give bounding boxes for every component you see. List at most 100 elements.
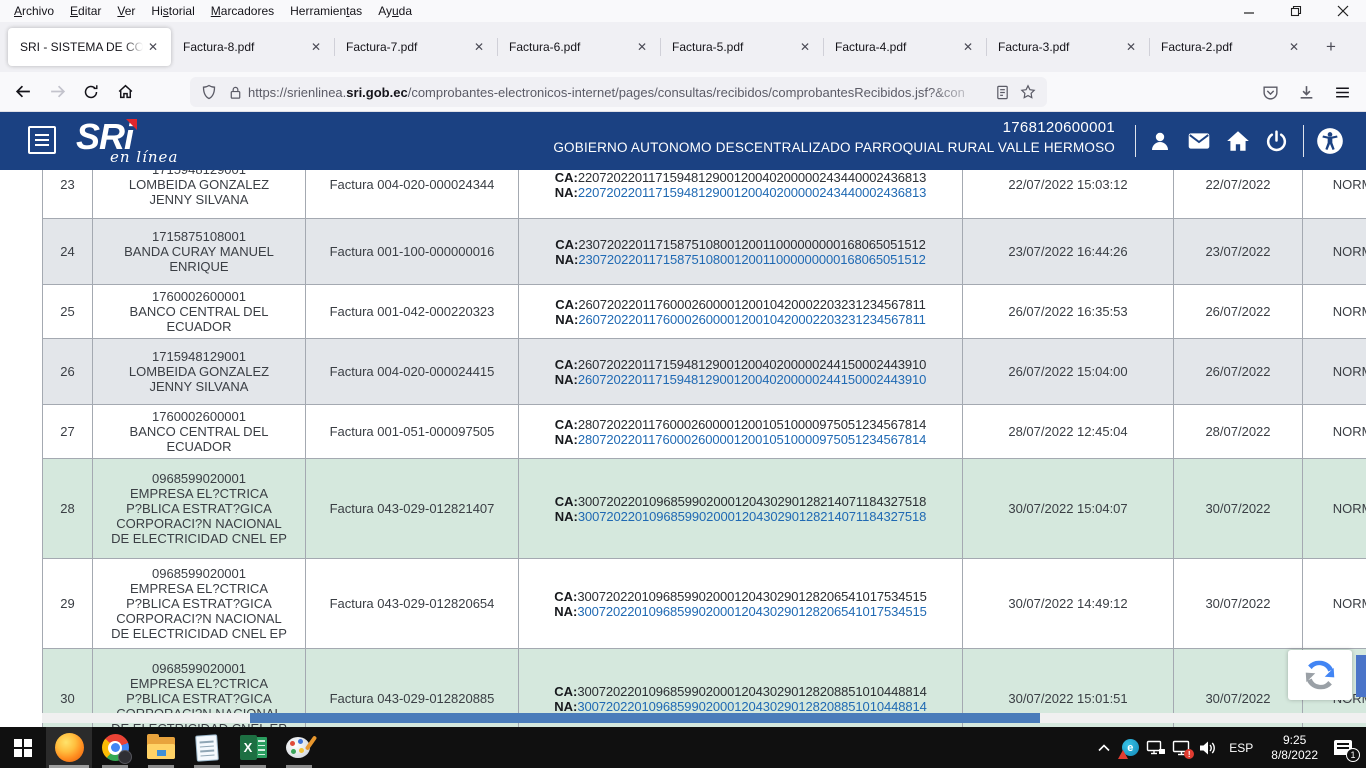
na-link[interactable]: 2607202201176000260000120010420002203231… (578, 312, 925, 327)
speaker-icon[interactable] (1195, 727, 1221, 768)
display-alert-icon[interactable]: ! (1169, 727, 1195, 768)
menu-herramientas[interactable]: Herramientas (282, 2, 370, 20)
menu-archivo[interactable]: Archivo (6, 2, 62, 20)
tab-close-icon[interactable]: ✕ (1284, 37, 1304, 57)
tab-6[interactable]: Factura-4.pdf✕ (823, 28, 986, 66)
tab-close-icon[interactable]: ✕ (795, 37, 815, 57)
tab-4[interactable]: Factura-6.pdf✕ (497, 28, 660, 66)
tab-5[interactable]: Factura-5.pdf✕ (660, 28, 823, 66)
tab-close-icon[interactable]: ✕ (1121, 37, 1141, 57)
na-link[interactable]: 3007202201096859902000120430290128206541… (577, 604, 926, 619)
sidebar-hamburger-icon[interactable] (28, 126, 56, 154)
taskbar-excel-button[interactable]: X (230, 727, 276, 768)
chevron-up-icon[interactable] (1091, 727, 1117, 768)
lock-icon[interactable] (222, 79, 248, 105)
session-info: 1768120600001 GOBIERNO AUTONOMO DESCENTR… (553, 119, 1115, 155)
ca-value: 2207202201171594812900120040200000243440… (578, 170, 926, 185)
navigation-toolbar: https://srienlinea.sri.gob.ec/comprobant… (0, 72, 1366, 112)
issue-date-cell: 22/07/2022 (1174, 170, 1303, 219)
tab-7[interactable]: Factura-3.pdf✕ (986, 28, 1149, 66)
na-label: NA: (555, 509, 578, 524)
mail-icon[interactable] (1185, 128, 1213, 154)
tab-2[interactable]: Factura-8.pdf✕ (171, 28, 334, 66)
taskbar-paint-button[interactable] (276, 727, 322, 768)
tab-title: Factura-4.pdf (835, 40, 958, 54)
power-icon[interactable] (1262, 128, 1290, 154)
bookmark-star-icon[interactable] (1015, 79, 1041, 105)
url-bar[interactable]: https://srienlinea.sri.gob.ec/comprobant… (190, 77, 1047, 107)
ca-value: 2307202201171587510800120011000000000168… (578, 237, 925, 252)
na-link[interactable]: 2307202201171587510800120011000000000168… (578, 252, 925, 267)
language-indicator[interactable]: ESP (1221, 741, 1261, 755)
tab-close-icon[interactable]: ✕ (469, 37, 489, 57)
download-icon[interactable] (1288, 77, 1324, 107)
issuer-name-line: EMPRESA EL?CTRICA (99, 676, 299, 691)
recaptcha-badge[interactable] (1288, 650, 1352, 700)
issue-date-cell: 23/07/2022 (1174, 219, 1303, 285)
session-ruc: 1768120600001 (553, 119, 1115, 136)
tab-close-icon[interactable]: ✕ (632, 37, 652, 57)
back-button[interactable] (6, 77, 40, 107)
tab-8[interactable]: Factura-2.pdf✕ (1149, 28, 1312, 66)
horizontal-scrollbar[interactable] (42, 713, 1366, 723)
taskbar-file-explorer-button[interactable] (138, 727, 184, 768)
tab-3[interactable]: Factura-7.pdf✕ (334, 28, 497, 66)
forward-button[interactable] (40, 77, 74, 107)
na-link[interactable]: 3007202201096859902000120430290128208851… (577, 699, 926, 714)
screen: ArchivoEditarVerHistorialMarcadoresHerra… (0, 0, 1366, 768)
reload-button[interactable] (74, 77, 108, 107)
tab-close-icon[interactable]: ✕ (143, 37, 163, 57)
tab-1[interactable]: SRI - SISTEMA DE COMPR✕ (8, 28, 171, 66)
na-link[interactable]: 2807202201176000260000120010510000975051… (578, 432, 926, 447)
na-link[interactable]: 2207202201171594812900120040200000243440… (578, 185, 926, 200)
new-tab-button[interactable]: + (1316, 32, 1346, 62)
issue-date-cell: 30/07/2022 (1174, 459, 1303, 559)
menu-marcadores[interactable]: Marcadores (203, 2, 282, 20)
taskbar-firefox-button[interactable] (46, 727, 92, 768)
issuer-name-line: DE ELECTRICIDAD CNEL EP (99, 626, 299, 641)
issuer-name-line: EMPRESA EL?CTRICA (99, 486, 299, 501)
home-button[interactable] (108, 77, 142, 107)
reader-mode-icon[interactable] (989, 79, 1015, 105)
tab-title: Factura-6.pdf (509, 40, 632, 54)
authorization-datetime-cell: 30/07/2022 15:04:07 (963, 459, 1174, 559)
minimize-button[interactable] (1225, 0, 1272, 22)
menu-editar[interactable]: Editar (62, 2, 109, 20)
close-button[interactable] (1319, 0, 1366, 22)
url-text: https://srienlinea.sri.gob.ec/comprobant… (248, 85, 989, 100)
house-icon[interactable] (1224, 128, 1252, 154)
invoice-row-28: 280968599020001EMPRESA EL?CTRICAP?BLICA … (43, 459, 1366, 559)
clock[interactable]: 9:25 8/8/2022 (1261, 733, 1328, 763)
tab-title: Factura-2.pdf (1161, 40, 1284, 54)
tab-title: Factura-7.pdf (346, 40, 469, 54)
windows-start-button[interactable] (0, 727, 46, 768)
eset-antivirus-icon[interactable]: e (1117, 727, 1143, 768)
authorization-datetime-cell: 22/07/2022 15:03:12 (963, 170, 1174, 219)
issuer-ruc: 1715948129001 (99, 170, 299, 177)
taskbar-notepad-button[interactable] (184, 727, 230, 768)
shield-icon[interactable] (196, 79, 222, 105)
notification-center-icon[interactable]: 1 (1328, 727, 1358, 768)
menu-ver[interactable]: Ver (109, 2, 143, 20)
network-icon[interactable] (1143, 727, 1169, 768)
tab-close-icon[interactable]: ✕ (306, 37, 326, 57)
accessibility-icon[interactable] (1316, 128, 1344, 154)
menu-icon[interactable] (1324, 77, 1360, 107)
tab-close-icon[interactable]: ✕ (958, 37, 978, 57)
user-icon[interactable] (1146, 128, 1174, 154)
menu-ayuda[interactable]: Ayuda (370, 2, 420, 20)
menu-bar: ArchivoEditarVerHistorialMarcadoresHerra… (0, 0, 1366, 22)
na-link[interactable]: 2607202201171594812900120040200000244150… (578, 372, 926, 387)
issuer-ruc: 0968599020001 (99, 661, 299, 676)
restore-button[interactable] (1272, 0, 1319, 22)
pocket-icon[interactable] (1252, 77, 1288, 107)
row-number: 26 (43, 339, 93, 405)
chrome-icon (102, 734, 129, 761)
scrollbar-thumb[interactable] (250, 713, 1040, 723)
na-link[interactable]: 3007202201096859902000120430290128214071… (578, 509, 926, 524)
taskbar-chrome-button[interactable] (92, 727, 138, 768)
tab-title: Factura-5.pdf (672, 40, 795, 54)
page-content: 231715948129001LOMBEIDA GONZALEZJENNY SI… (0, 170, 1366, 727)
ca-label: CA: (555, 417, 578, 432)
menu-historial[interactable]: Historial (143, 2, 202, 20)
